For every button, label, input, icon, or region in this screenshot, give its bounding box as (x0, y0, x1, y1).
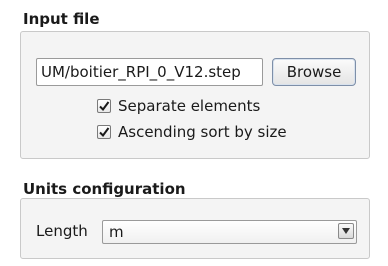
input-file-group: UM/boitier_RPI_0_V12.step Browse Separat… (20, 31, 370, 159)
chevron-down-icon (342, 228, 350, 234)
input-file-title: Input file (23, 10, 100, 28)
ascending-sort-checkbox[interactable] (97, 125, 111, 139)
ascending-sort-option[interactable]: Ascending sort by size (97, 124, 337, 142)
file-path-field[interactable]: UM/boitier_RPI_0_V12.step (36, 58, 263, 86)
dropdown-button[interactable] (338, 223, 354, 239)
dialog-panel: Input file UM/boitier_RPI_0_V12.step Bro… (0, 0, 388, 266)
length-unit-select[interactable]: m (102, 220, 357, 244)
length-label: Length (36, 222, 88, 240)
length-unit-value: m (109, 223, 124, 241)
units-configuration-group: Length m (20, 198, 370, 259)
ascending-sort-label: Ascending sort by size (118, 123, 287, 141)
separate-elements-label: Separate elements (118, 97, 261, 115)
units-configuration-title: Units configuration (23, 180, 186, 198)
checkmark-icon (99, 127, 110, 138)
browse-button[interactable]: Browse (272, 58, 356, 86)
separate-elements-option[interactable]: Separate elements (97, 98, 317, 116)
checkmark-icon (99, 101, 110, 112)
separate-elements-checkbox[interactable] (97, 99, 111, 113)
